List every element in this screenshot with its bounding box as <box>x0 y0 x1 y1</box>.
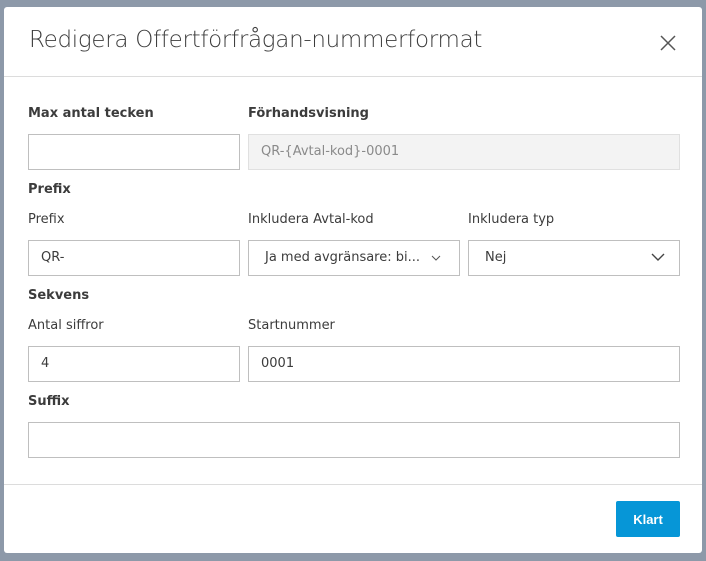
include-type-select[interactable]: Nej <box>468 240 680 276</box>
start-number-label: Startnummer <box>248 318 335 333</box>
sequence-section-heading: Sekvens <box>28 288 90 303</box>
header-divider <box>4 76 702 77</box>
preview-field: QR-{Avtal-kod}-0001 <box>248 134 680 170</box>
max-chars-label: Max antal tecken <box>28 106 154 121</box>
max-chars-input[interactable] <box>28 134 240 170</box>
digits-input[interactable]: 4 <box>28 346 240 382</box>
prefix-label: Prefix <box>28 212 65 227</box>
digits-label: Antal siffror <box>28 318 104 333</box>
done-button[interactable]: Klart <box>616 501 680 537</box>
preview-label: Förhandsvisning <box>248 106 369 121</box>
include-type-label: Inkludera typ <box>468 212 555 227</box>
edit-number-format-dialog: Redigera Offertförfrågan-nummerformat Ma… <box>4 7 702 553</box>
dialog-title: Redigera Offertförfrågan-nummerformat <box>29 27 483 53</box>
include-code-value: Ja med avgränsare: bi... <box>265 250 421 265</box>
start-number-input[interactable]: 0001 <box>248 346 680 382</box>
include-code-label: Inkludera Avtal-kod <box>248 212 374 227</box>
close-icon[interactable] <box>658 33 678 53</box>
suffix-section-heading: Suffix <box>28 394 70 409</box>
footer-divider <box>4 484 702 485</box>
suffix-input[interactable] <box>28 422 680 458</box>
include-type-value: Nej <box>485 250 507 265</box>
prefix-section-heading: Prefix <box>28 182 71 197</box>
chevron-down-icon <box>651 253 665 261</box>
chevron-down-icon <box>431 255 441 261</box>
prefix-input[interactable]: QR- <box>28 240 240 276</box>
include-code-select[interactable]: Ja med avgränsare: bi... <box>248 240 460 276</box>
